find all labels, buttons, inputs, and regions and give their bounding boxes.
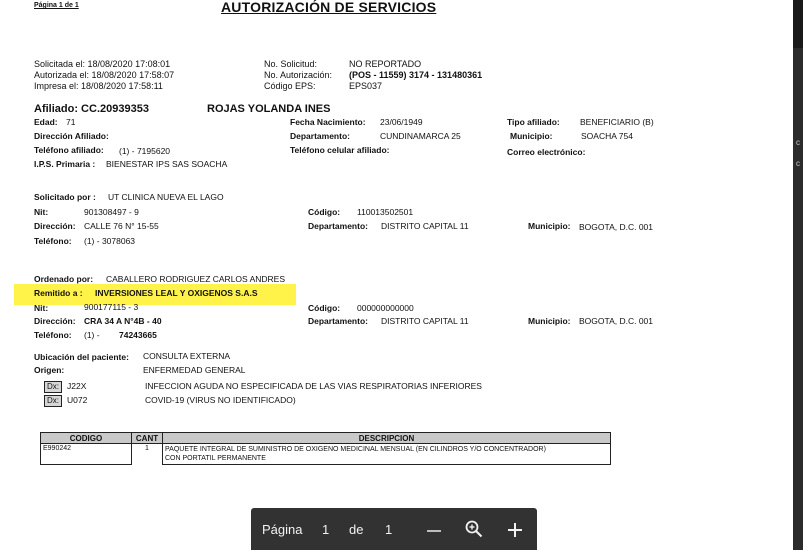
page-count-label: Página 1 de 1 xyxy=(34,2,79,9)
ips-primaria-label: I.P.S. Primaria : xyxy=(34,159,96,169)
dx-code: J22X xyxy=(67,381,87,391)
municipio-afiliado-value: SOACHA 754 xyxy=(581,131,633,141)
ordenado-por-value: CABALLERO RODRIGUEZ CARLOS ANDRES xyxy=(106,274,286,284)
page-label: Página xyxy=(262,522,303,537)
afiliado-nombre: ROJAS YOLANDA INES xyxy=(207,103,331,115)
current-page-input[interactable]: 1 xyxy=(322,523,329,536)
zoom-in-icon[interactable] xyxy=(465,520,483,538)
no-autorizacion-value: (POS - 11559) 3174 - 131480361 xyxy=(349,70,483,80)
origen-label: Origen: xyxy=(34,365,65,375)
cant-column-header: CANT xyxy=(131,432,163,444)
ubicacion-value: CONSULTA EXTERNA xyxy=(143,351,231,361)
solicitado-codigo-label: Código: xyxy=(308,207,341,217)
services-table: CODIGO CANT DESCRIPCION E990242 1 PAQUET… xyxy=(40,432,611,465)
edad-label: Edad: xyxy=(34,117,58,127)
celular-afiliado-label: Teléfono celular afiliado: xyxy=(290,145,390,155)
direccion-afiliado-label: Dirección Afiliado: xyxy=(34,131,109,141)
solicitado-direccion-label: Dirección: xyxy=(34,221,76,231)
dx-description: INFECCION AGUDA NO ESPECIFICADA DE LAS V… xyxy=(145,381,482,391)
zoom-out-icon[interactable] xyxy=(427,530,441,532)
dx-description: COVID-19 (VIRUS NO IDENTIFICADO) xyxy=(145,395,296,405)
side-mark: c xyxy=(796,138,800,147)
remitido-value: INVERSIONES LEAL Y OXIGENOS S.A.S xyxy=(95,288,258,298)
codigo-eps-label: Código EPS: xyxy=(264,81,316,91)
no-solicitud-label: No. Solicitud: xyxy=(264,59,318,69)
fecha-nac-label: Fecha Nacimiento: xyxy=(290,117,366,127)
table-row: E990242 1 PAQUETE INTEGRAL DE SUMINISTRO… xyxy=(40,443,611,465)
solicitado-departamento-label: Departamento: xyxy=(308,221,368,231)
remitido-direccion-value: CRA 34 A N°4B - 40 xyxy=(84,316,162,326)
solicitado-codigo-value: 110013502501 xyxy=(357,207,414,217)
remitido-direccion-label: Dirección: xyxy=(34,316,76,326)
no-solicitud-value: NO REPORTADO xyxy=(349,59,422,69)
item-descripcion-line1: PAQUETE INTEGRAL DE SUMINISTRO DE OXIGEN… xyxy=(165,446,546,453)
autorizada-date: Autorizada el: 18/08/2020 17:58:07 xyxy=(34,70,175,80)
remitido-nit-value: 900177115 - 3 xyxy=(84,302,139,312)
remitido-label: Remitido a : xyxy=(34,288,83,298)
solicitado-telefono-value: (1) - 3078063 xyxy=(84,236,136,246)
solicitado-nit-value: 901308497 - 9 xyxy=(84,207,139,217)
fecha-nac-value: 23/06/1949 xyxy=(380,117,423,127)
departamento-afiliado-label: Departamento: xyxy=(290,131,350,141)
solicitado-por-label: Solicitado por : xyxy=(34,192,96,202)
no-autorizacion-label: No. Autorización: xyxy=(264,70,333,80)
item-cant: 1 xyxy=(145,445,149,452)
remitido-municipio-value: BOGOTA, D.C. 001 xyxy=(579,316,654,326)
item-codigo: E990242 xyxy=(40,443,132,465)
viewer-side-top xyxy=(793,0,803,48)
edad-value: 71 xyxy=(66,117,76,127)
solicitado-nit-label: Nit: xyxy=(34,207,49,217)
codigo-column-header: CODIGO xyxy=(40,432,132,444)
ordenado-por-label: Ordenado por: xyxy=(34,274,94,284)
remitido-nit-label: Nit: xyxy=(34,303,49,313)
codigo-eps-value: EPS037 xyxy=(349,81,383,91)
item-descripcion-line2: CON PORTATIL PERMANENTE xyxy=(165,455,266,462)
afiliado-id: Afiliado: CC.20939353 xyxy=(34,103,149,115)
document-page: Página 1 de 1 AUTORIZACIÓN DE SERVICIOS … xyxy=(0,0,790,550)
descripcion-column-header: DESCRIPCION xyxy=(162,432,611,444)
remitido-codigo-value: 000000000000 xyxy=(357,303,414,313)
of-label: de xyxy=(349,522,364,537)
tipo-afiliado-value: BENEFICIARIO (B) xyxy=(580,117,654,127)
plus-icon[interactable] xyxy=(507,522,523,538)
municipio-afiliado-label: Municipio: xyxy=(510,131,553,141)
pdf-page-toolbar: Página 1 de 1 xyxy=(251,508,537,550)
dx-tag: Dx: xyxy=(44,381,62,393)
table-header-row: CODIGO CANT DESCRIPCION xyxy=(40,432,611,444)
ubicacion-label: Ubicación del paciente: xyxy=(34,352,129,362)
remitido-codigo-label: Código: xyxy=(308,303,341,313)
solicitado-por-value: UT CLINICA NUEVA EL LAGO xyxy=(108,192,224,202)
remitido-departamento-label: Departamento: xyxy=(308,316,368,326)
solicitado-telefono-label: Teléfono: xyxy=(34,236,72,246)
solicitado-municipio-value: BOGOTA, D.C. 001 xyxy=(579,222,654,232)
correo-label: Correo electrónico: xyxy=(507,147,586,157)
origen-value: ENFERMEDAD GENERAL xyxy=(143,365,246,375)
dx-tag: Dx: xyxy=(44,395,62,407)
dx-code: U072 xyxy=(67,395,88,405)
remitido-municipio-label: Municipio: xyxy=(528,316,571,326)
solicitada-date: Solicitada el: 18/08/2020 17:08:01 xyxy=(34,59,171,69)
remitido-telefono-value: 74243665 xyxy=(119,330,157,340)
solicitado-municipio-label: Municipio: xyxy=(528,221,571,231)
item-descripcion: PAQUETE INTEGRAL DE SUMINISTRO DE OXIGEN… xyxy=(162,443,611,465)
solicitado-direccion-value: CALLE 76 N° 15-55 xyxy=(84,221,159,231)
impresa-date: Impresa el: 18/08/2020 17:58:11 xyxy=(34,81,163,91)
document-title: AUTORIZACIÓN DE SERVICIOS xyxy=(221,0,437,15)
viewer-side-panel: c c xyxy=(793,0,803,550)
departamento-afiliado-value: CUNDINAMARCA 25 xyxy=(380,131,461,141)
remitido-telefono-prefix: (1) - xyxy=(84,330,100,340)
telefono-afiliado-label: Teléfono afiliado: xyxy=(34,145,104,155)
tipo-afiliado-label: Tipo afiliado: xyxy=(507,117,560,127)
ips-primaria-value: BIENESTAR IPS SAS SOACHA xyxy=(106,159,228,169)
solicitado-departamento-value: DISTRITO CAPITAL 11 xyxy=(381,221,469,231)
total-pages: 1 xyxy=(385,522,393,537)
telefono-afiliado-value: (1) - 7195620 xyxy=(119,146,171,156)
remitido-departamento-value: DISTRITO CAPITAL 11 xyxy=(381,316,469,326)
remitido-telefono-label: Teléfono: xyxy=(34,330,72,340)
side-mark: c xyxy=(796,159,800,168)
